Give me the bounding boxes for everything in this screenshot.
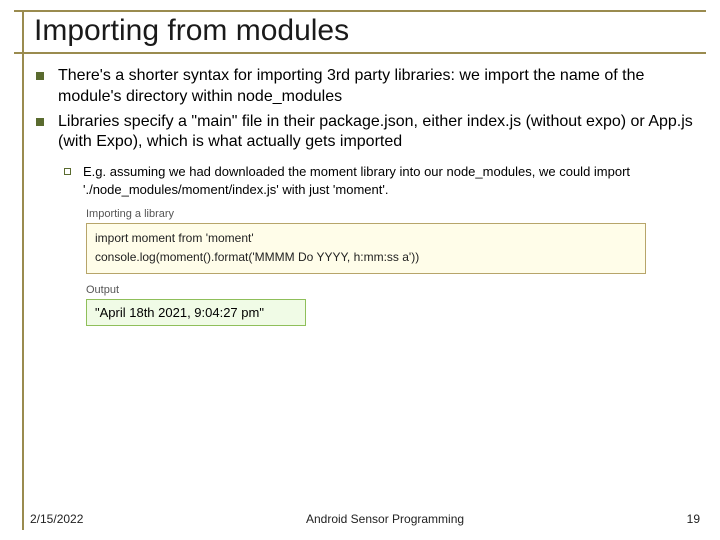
slide-title: Importing from modules — [34, 14, 349, 48]
sub-bullet-item: E.g. assuming we had downloaded the mome… — [64, 163, 700, 198]
left-vertical-rule — [22, 10, 24, 530]
output-text: "April 18th 2021, 9:04:27 pm" — [95, 305, 264, 320]
code-line: console.log(moment().format('MMMM Do YYY… — [95, 248, 637, 267]
bullet-text: There's a shorter syntax for importing 3… — [58, 66, 700, 108]
code-box: import moment from 'moment' console.log(… — [86, 223, 646, 273]
bullet-item: There's a shorter syntax for importing 3… — [36, 66, 700, 108]
footer-page-number: 19 — [687, 512, 700, 526]
hollow-square-bullet-icon — [64, 168, 71, 175]
code-section-label: Importing a library — [86, 208, 700, 220]
sub-block: E.g. assuming we had downloaded the mome… — [64, 163, 700, 325]
footer-date: 2/15/2022 — [30, 512, 83, 526]
output-section-label: Output — [86, 284, 700, 296]
bullet-item: Libraries specify a "main" file in their… — [36, 112, 700, 154]
content-area: There's a shorter syntax for importing 3… — [36, 66, 700, 326]
top-rule — [14, 10, 706, 12]
code-line: import moment from 'moment' — [95, 229, 637, 248]
square-bullet-icon — [36, 72, 44, 80]
sub-bullet-text: E.g. assuming we had downloaded the mome… — [83, 163, 700, 198]
output-box: "April 18th 2021, 9:04:27 pm" — [86, 299, 306, 326]
footer-title: Android Sensor Programming — [83, 512, 686, 526]
footer: 2/15/2022 Android Sensor Programming 19 — [30, 512, 700, 526]
square-bullet-icon — [36, 118, 44, 126]
bullet-text: Libraries specify a "main" file in their… — [58, 112, 700, 154]
title-underline — [14, 52, 706, 54]
